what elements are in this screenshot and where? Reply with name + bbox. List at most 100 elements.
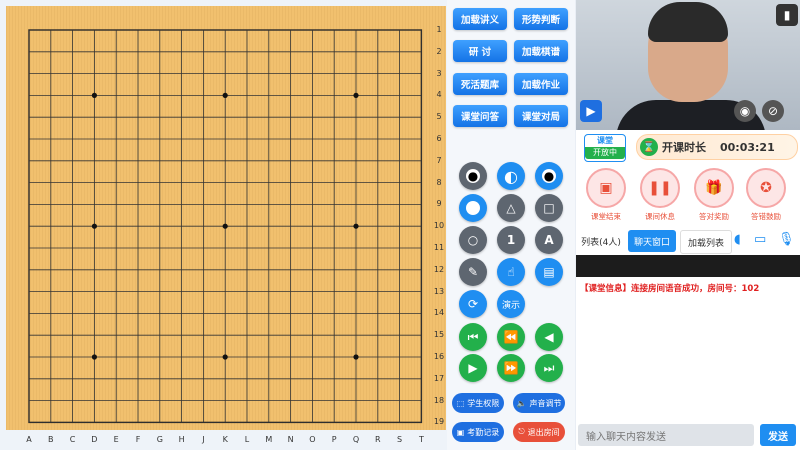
fullscreen-icon[interactable]: ▮ — [776, 4, 798, 26]
snapshot-icon[interactable]: ◉ — [734, 100, 756, 122]
class-qa-button[interactable]: 课堂问答 — [453, 105, 507, 127]
number-icon[interactable]: 1 — [497, 226, 525, 254]
row-label: 18 — [433, 395, 445, 405]
gift-icon: 🎁 — [694, 168, 734, 208]
chat-input[interactable]: 输入聊天内容发送 — [578, 424, 754, 446]
row-label: 8 — [436, 177, 442, 187]
square-icon[interactable]: □ — [535, 194, 563, 222]
column-label: J — [202, 435, 205, 444]
row-label: 9 — [436, 199, 442, 209]
camera-off-icon[interactable]: ⊘ — [762, 100, 784, 122]
person-hair — [648, 2, 728, 42]
brush-icon[interactable]: ✎ — [459, 258, 487, 286]
star-point — [222, 223, 228, 229]
attendance-record-button[interactable]: ▣ 考勤记录 — [452, 422, 504, 442]
class-break-button[interactable]: ❚❚ 课间休息 — [638, 168, 682, 222]
wrong-encourage-button[interactable]: ✪ 答错鼓励 — [744, 168, 788, 222]
rewind-icon[interactable]: ⏪ — [497, 323, 525, 351]
situation-judgment-button[interactable]: 形势判断 — [514, 8, 568, 30]
medal-icon: ✪ — [746, 168, 786, 208]
row-label: 15 — [433, 330, 445, 340]
star-point — [353, 354, 359, 360]
black-stone-icon[interactable]: ● — [459, 162, 487, 190]
chat-header-bar — [576, 255, 800, 277]
star-point — [91, 92, 97, 98]
last-move-icon[interactable]: ⏭ — [535, 354, 563, 382]
triangle-icon[interactable]: △ — [497, 194, 525, 222]
system-message: 【课堂信息】连接房间语音成功，房间号：102 — [580, 284, 760, 294]
microphone-icon[interactable]: 🎙 — [778, 232, 795, 247]
star-point — [222, 92, 228, 98]
prev-move-icon[interactable]: ◀ — [535, 323, 563, 351]
tab-load-list[interactable]: 加载列表 — [680, 230, 732, 254]
letter-icon[interactable]: A — [535, 226, 563, 254]
fast-forward-icon[interactable]: ⏩ — [497, 354, 525, 382]
column-label: E — [113, 435, 119, 444]
column-label: D — [91, 435, 98, 444]
go-board[interactable] — [6, 6, 446, 430]
white-stone-icon[interactable] — [459, 194, 487, 222]
next-move-icon[interactable]: ▶ — [459, 354, 487, 382]
speaker-icon[interactable]: ◖ — [734, 232, 741, 247]
hand-icon[interactable]: ☝ — [497, 258, 525, 286]
tab-chat-window[interactable]: 聊天窗口 — [628, 230, 676, 252]
tool-panel: 加载讲义 形势判断 研 讨 加载棋谱 死活题库 加载作业 课堂问答 课堂对局 ●… — [447, 0, 575, 450]
exit-icon: ⎋ — [518, 427, 525, 436]
tab-member-list[interactable]: 列表(4人) — [578, 230, 624, 252]
board-grid — [28, 29, 423, 424]
class-game-button[interactable]: 课堂对局 — [514, 105, 568, 127]
column-label: H — [178, 435, 185, 444]
column-label: N — [287, 435, 294, 444]
row-label: 10 — [433, 221, 445, 231]
timer-value: 00:03:21 — [720, 140, 775, 154]
row-label: 17 — [433, 373, 445, 383]
row-label: 12 — [433, 264, 445, 274]
circle-icon[interactable]: ○ — [459, 226, 487, 254]
column-label: A — [26, 435, 32, 444]
row-label: 14 — [433, 308, 445, 318]
teacher-video: ▮ ▶ ◉ ⊘ — [576, 0, 800, 130]
row-label: 19 — [433, 417, 445, 427]
row-label: 7 — [436, 155, 442, 165]
student-permission-button[interactable]: ⬚ 学生权限 — [452, 393, 504, 413]
chat-bubble-icon[interactable]: ▭ — [754, 232, 766, 247]
column-label: Q — [352, 435, 360, 444]
star-point — [91, 223, 97, 229]
row-label: 2 — [436, 46, 442, 56]
load-lecture-button[interactable]: 加载讲义 — [453, 8, 507, 30]
column-label: B — [48, 435, 54, 444]
volume-adjust-button[interactable]: 🔈 声音调节 — [513, 393, 565, 413]
pause-icon: ❚❚ — [640, 168, 680, 208]
row-label: 1 — [436, 25, 442, 34]
load-homework-button[interactable]: 加载作业 — [514, 73, 568, 95]
speaker-icon: 🔈 — [516, 398, 527, 408]
right-panel: ▮ ▶ ◉ ⊘ 课堂 开放中 ⌛ 开课时长 00:03:21 ▣ 课堂结束 ❚❚… — [576, 0, 800, 450]
paint-roller-icon[interactable]: ▤ — [535, 258, 563, 286]
correct-reward-button[interactable]: 🎁 答对奖励 — [692, 168, 736, 222]
life-death-library-button[interactable]: 死活题库 — [453, 73, 507, 95]
column-label: R — [375, 435, 381, 444]
class-timer: ⌛ 开课时长 00:03:21 — [636, 134, 798, 160]
end-class-button[interactable]: ▣ 课堂结束 — [584, 168, 628, 222]
video-camera-icon[interactable]: ▶ — [580, 100, 602, 122]
send-button[interactable]: 发送 — [760, 424, 796, 446]
exit-room-button[interactable]: ⎋ 退出房间 — [513, 422, 565, 442]
discussion-button[interactable]: 研 讨 — [453, 40, 507, 62]
board-area: 1 2 3 4 5 6 7 8 9 10 11 12 13 14 15 16 17 18 19 ABCDEFGHJK… — [0, 0, 447, 450]
demo-button[interactable]: 演示 — [497, 290, 525, 318]
row-label: 13 — [433, 286, 445, 296]
timer-icon: ⌛ — [640, 138, 658, 156]
row-label: 6 — [436, 134, 442, 143]
half-stone-icon[interactable]: ◐ — [497, 162, 525, 190]
column-label: K — [222, 435, 228, 444]
star-point — [91, 354, 97, 360]
row-label: 3 — [436, 68, 442, 78]
column-label: T — [418, 435, 424, 444]
column-label: M — [265, 435, 273, 444]
first-move-icon[interactable]: ⏮ — [459, 323, 487, 351]
row-label: 5 — [436, 112, 442, 122]
load-game-record-button[interactable]: 加载棋谱 — [514, 40, 568, 62]
black-white-stone-icon[interactable]: ● — [535, 162, 563, 190]
column-label: S — [397, 435, 403, 444]
refresh-icon[interactable]: ⟳ — [459, 290, 487, 318]
